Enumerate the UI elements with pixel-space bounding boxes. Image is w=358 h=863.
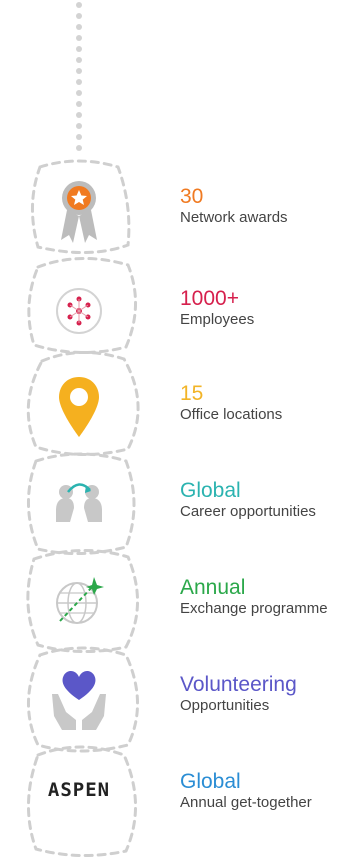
connector-dot (76, 46, 82, 52)
stat-label: Office locations (180, 406, 283, 423)
stat-label: Exchange programme (180, 600, 328, 617)
stat-label: Network awards (180, 209, 288, 226)
aspen-logo-text: ASPEN (47, 779, 111, 801)
career-arrow-icon (42, 466, 116, 540)
stat-label: Annual get-together (180, 794, 312, 811)
connector-dot (76, 2, 82, 8)
connector-dot (76, 35, 82, 41)
connector-dot (76, 101, 82, 107)
aspen-logo-icon: ASPEN (42, 757, 116, 831)
stat-career-opportunities: Global Career opportunities (0, 454, 358, 552)
connector-dot (76, 90, 82, 96)
stat-value: 1000+ (180, 287, 239, 310)
connector-dot (76, 68, 82, 74)
stat-annual-get-together: ASPEN Global Annual get-together (0, 745, 358, 843)
award-ribbon-icon (42, 172, 116, 246)
stat-value: 15 (180, 382, 204, 405)
stat-label: Opportunities (180, 697, 270, 714)
heart-hands-icon (42, 660, 116, 734)
connector-dot (76, 134, 82, 140)
connector-dot (76, 13, 82, 19)
stat-network-awards: 30 Network awards (0, 160, 358, 258)
connector-dot (76, 112, 82, 118)
connector-dot (76, 123, 82, 129)
connector-dot (76, 145, 82, 151)
stat-office-locations: 15 Office locations (0, 357, 358, 455)
globe-plane-icon (42, 563, 116, 637)
connector-dot (76, 79, 82, 85)
stat-value: Global (180, 770, 241, 793)
connector-dot (76, 24, 82, 30)
location-pin-icon (42, 369, 116, 443)
people-network-icon (42, 274, 116, 348)
stat-exchange-programme: Annual Exchange programme (0, 551, 358, 649)
stat-value: Global (180, 479, 241, 502)
stat-value: 30 (180, 185, 204, 208)
stat-value: Volunteering (180, 673, 297, 696)
dotted-connector (76, 0, 82, 160)
stat-label: Career opportunities (180, 503, 316, 520)
stat-label: Employees (180, 311, 255, 328)
connector-dot (76, 57, 82, 63)
stat-employees: 1000+ Employees (0, 262, 358, 360)
stat-volunteering: Volunteering Opportunities (0, 648, 358, 746)
stat-value: Annual (180, 576, 246, 599)
